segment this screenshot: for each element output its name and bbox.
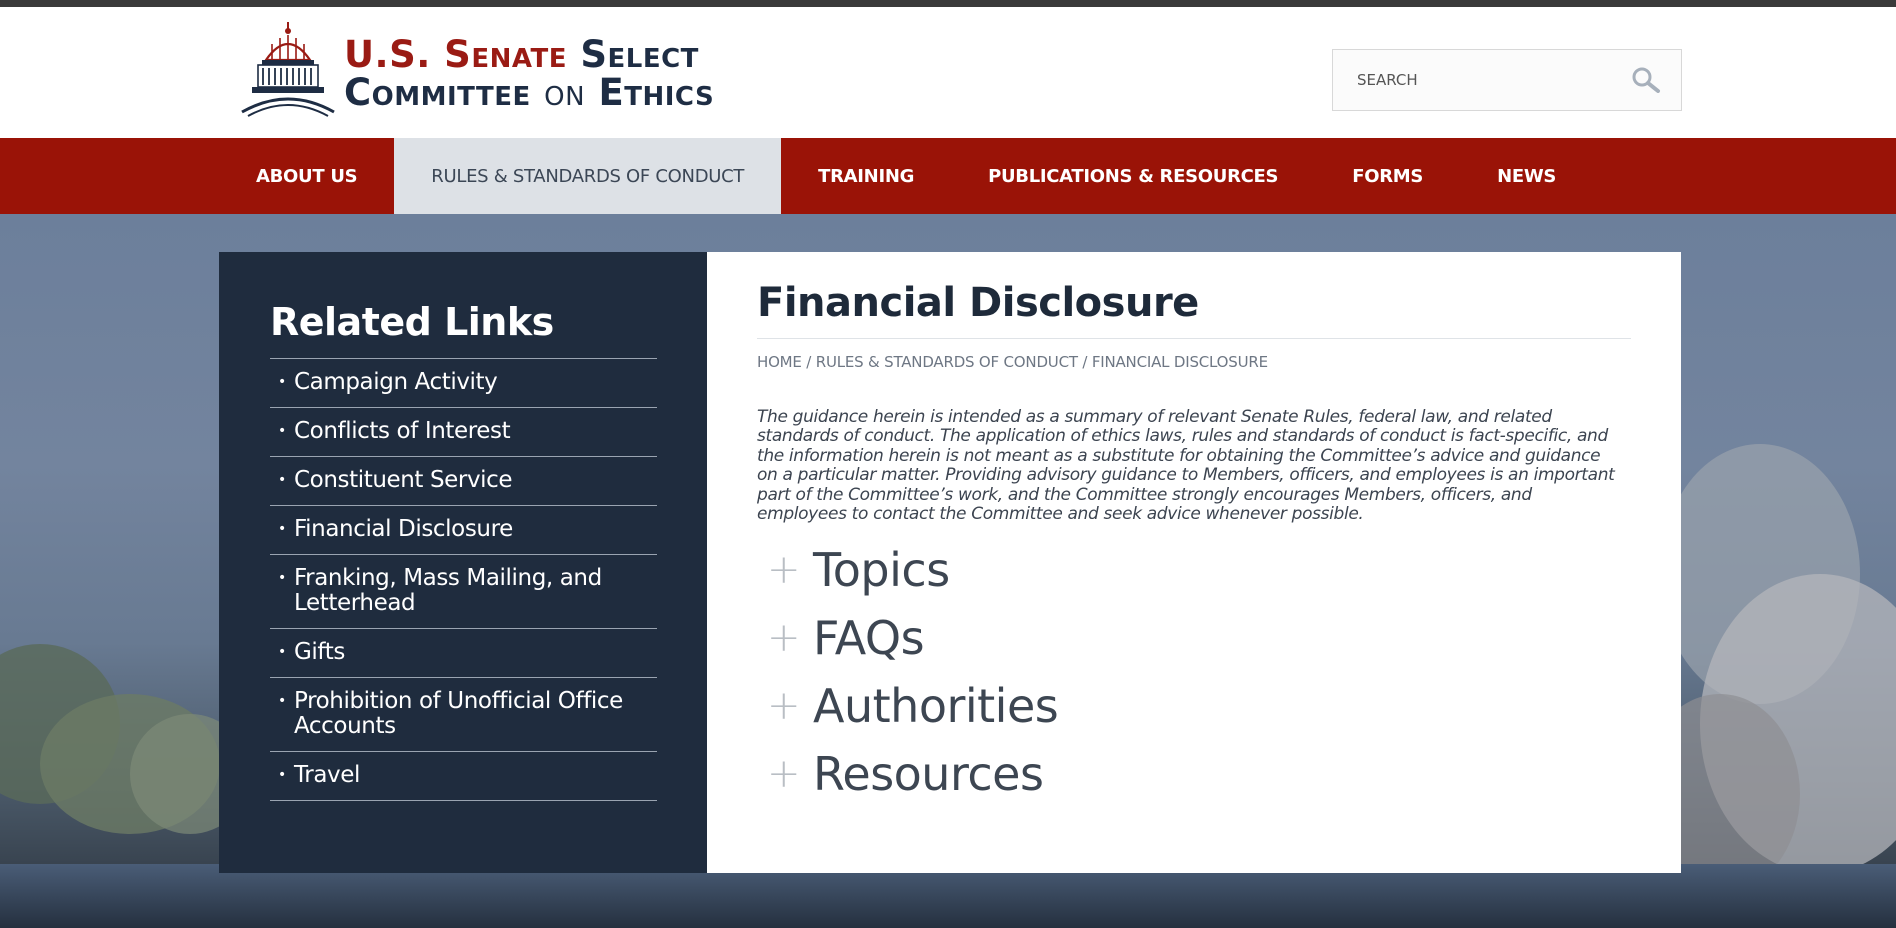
accordion-label: Topics [813,543,950,598]
breadcrumb-separator: / [1082,353,1088,371]
top-strip [0,0,1896,7]
related-link-label: Constituent Service [294,467,513,493]
nav-about-us[interactable]: ABOUT US [219,138,394,214]
main-nav: ABOUT US RULES & STANDARDS OF CONDUCT TR… [0,138,1896,214]
logo-select: Select [580,33,699,76]
bullet-icon: • [278,521,286,537]
related-link-label: Franking, Mass Mailing, and Letterhead [294,565,602,616]
breadcrumb: HOME / RULES & STANDARDS OF CONDUCT / FI… [757,353,1631,371]
accordion-label: FAQs [813,611,925,666]
related-links-sidebar: Related Links • Campaign Activity • Confli… [219,252,707,873]
main-content: Financial Disclosure HOME / RULES & STAN… [707,252,1681,873]
related-link-label: Travel [294,762,360,788]
related-link-label: Financial Disclosure [294,516,513,542]
bullet-icon: • [278,693,286,709]
breadcrumb-rules-standards[interactable]: RULES & STANDARDS OF CONDUCT [816,353,1078,371]
accordion-label: Resources [813,747,1044,802]
related-link-label: Gifts [294,639,345,665]
related-link-unofficial-office-accounts[interactable]: • Prohibition of Unofficial Office Accoun… [270,678,657,752]
logo-on: on [544,71,586,114]
search-button[interactable] [1611,50,1681,110]
accordion-authorities[interactable]: + Authorities [757,672,1631,740]
related-link-financial-disclosure[interactable]: • Financial Disclosure [270,506,657,555]
nav-training[interactable]: TRAINING [781,138,951,214]
bullet-icon: • [278,423,286,439]
related-link-constituent-service[interactable]: • Constituent Service [270,457,657,506]
accordion-resources[interactable]: + Resources [757,740,1631,808]
logo-us-senate: U.S. Senate [344,33,567,76]
related-link-campaign-activity[interactable]: • Campaign Activity [270,359,657,408]
site-logo[interactable]: U.S. Senate Select Committee on Ethics [238,19,738,129]
page-title: Financial Disclosure [757,280,1631,339]
intro-disclaimer: The guidance herein is intended as a sum… [757,407,1615,525]
related-link-label: Campaign Activity [294,369,498,395]
related-link-label: Conflicts of Interest [294,418,511,444]
related-link-label: Prohibition of Unofficial Office Account… [294,688,623,739]
logo-line-2: Committee on Ethics [344,74,714,112]
plus-icon: + [767,615,801,662]
nav-rules-standards[interactable]: RULES & STANDARDS OF CONDUCT [394,138,782,214]
plus-icon: + [767,751,801,798]
sidebar-title: Related Links [270,300,657,359]
plus-icon: + [767,547,801,594]
related-links-list: • Campaign Activity • Conflicts of Interes… [270,359,657,801]
bullet-icon: • [278,570,286,586]
logo-line-1: U.S. Senate Select [344,36,714,74]
nav-news[interactable]: NEWS [1460,138,1593,214]
search-box [1332,49,1682,111]
search-icon [1632,67,1660,93]
nav-publications-resources[interactable]: PUBLICATIONS & RESOURCES [951,138,1315,214]
logo-committee: Committee [344,71,531,114]
accordion: + Topics + FAQs + Authorities + Resource… [757,536,1631,808]
accordion-label: Authorities [813,679,1059,734]
breadcrumb-home[interactable]: HOME [757,353,802,371]
accordion-topics[interactable]: + Topics [757,536,1631,604]
breadcrumb-separator: / [806,353,812,371]
bullet-icon: • [278,374,286,390]
water-area [0,864,1896,928]
breadcrumb-current: FINANCIAL DISCLOSURE [1091,353,1268,371]
site-header: U.S. Senate Select Committee on Ethics [0,7,1896,138]
accordion-faqs[interactable]: + FAQs [757,604,1631,672]
nav-forms[interactable]: FORMS [1315,138,1460,214]
related-link-conflicts-of-interest[interactable]: • Conflicts of Interest [270,408,657,457]
logo-ethics: Ethics [598,71,715,114]
search-input[interactable] [1333,50,1611,110]
bullet-icon: • [278,767,286,783]
related-link-travel[interactable]: • Travel [270,752,657,801]
related-link-gifts[interactable]: • Gifts [270,629,657,678]
capitol-dome-icon [241,22,335,117]
related-link-franking[interactable]: • Franking, Mass Mailing, and Letterhead [270,555,657,629]
logo-wordmark: U.S. Senate Select Committee on Ethics [344,36,714,112]
bullet-icon: • [278,644,286,660]
bullet-icon: • [278,472,286,488]
plus-icon: + [767,683,801,730]
